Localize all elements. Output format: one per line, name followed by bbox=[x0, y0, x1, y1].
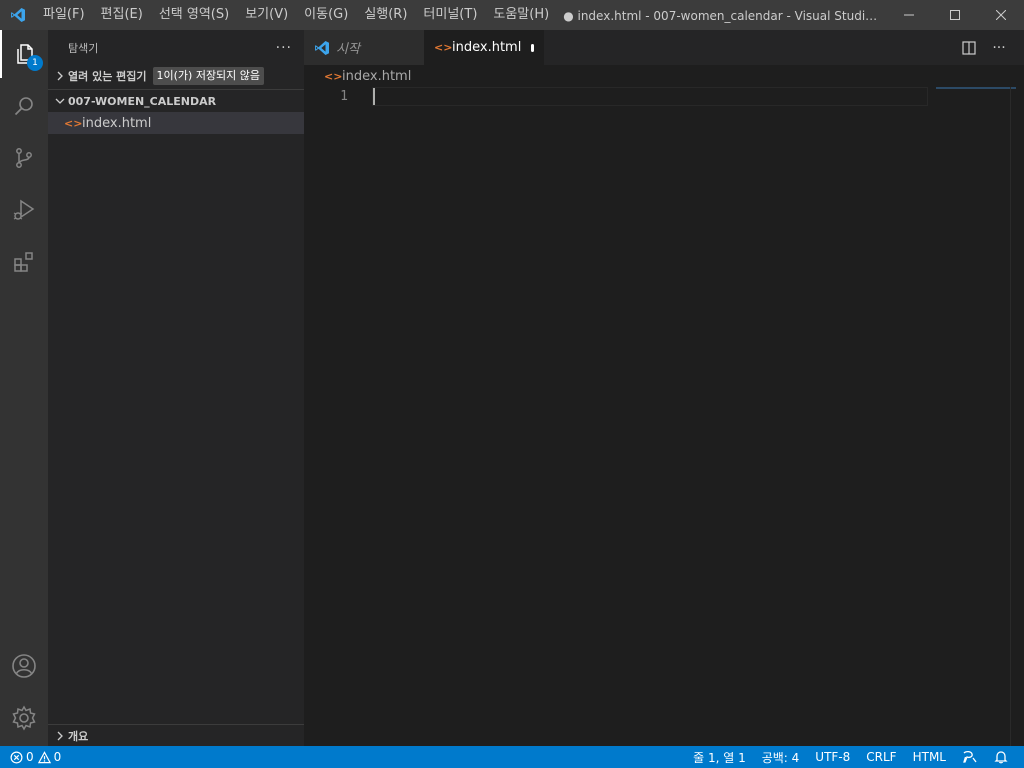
html-file-icon: <> bbox=[324, 69, 343, 83]
status-bar: 0 0 줄 1, 열 1 공백: 4 UTF-8 CRLF HTML bbox=[0, 746, 1024, 768]
breadcrumb: <> index.html bbox=[304, 65, 1024, 87]
chevron-right-icon bbox=[52, 68, 68, 84]
menu-run[interactable]: 실행(R) bbox=[356, 0, 415, 30]
chevron-right-icon bbox=[52, 728, 68, 744]
encoding[interactable]: UTF-8 bbox=[807, 746, 858, 768]
menu-file[interactable]: 파일(F) bbox=[35, 0, 93, 30]
search-icon bbox=[14, 97, 33, 116]
maximize-icon bbox=[950, 10, 960, 20]
menu-terminal[interactable]: 터미널(T) bbox=[415, 0, 485, 30]
warning-icon bbox=[37, 750, 51, 763]
extensions-activity[interactable] bbox=[0, 238, 48, 286]
run-debug-icon bbox=[13, 199, 35, 220]
folder-label: 007-WOMEN_CALENDAR bbox=[68, 94, 217, 108]
error-count: 0 bbox=[26, 750, 34, 764]
tab-welcome[interactable]: 시작 bbox=[304, 30, 424, 65]
feedback-icon bbox=[963, 750, 977, 763]
manage-activity[interactable] bbox=[0, 694, 48, 742]
close-window-button[interactable] bbox=[978, 0, 1024, 30]
tab-index-html[interactable]: <> index.html bbox=[424, 30, 544, 65]
tab-label: index.html bbox=[452, 40, 522, 55]
menu-bar: 파일(F) 편집(E) 선택 영역(S) 보기(V) 이동(G) 실행(R) 터… bbox=[35, 0, 557, 30]
menu-go[interactable]: 이동(G) bbox=[296, 0, 356, 30]
tab-label: 시작 bbox=[336, 42, 360, 57]
file-name: index.html bbox=[82, 115, 152, 131]
outline-label: 개요 bbox=[68, 729, 89, 743]
extensions-icon bbox=[14, 252, 33, 272]
current-line-highlight bbox=[372, 87, 928, 106]
account-icon bbox=[12, 654, 36, 678]
split-editor-icon bbox=[962, 40, 976, 55]
run-debug-activity[interactable] bbox=[0, 186, 48, 234]
cursor-position[interactable]: 줄 1, 열 1 bbox=[685, 746, 754, 768]
menu-selection[interactable]: 선택 영역(S) bbox=[151, 0, 237, 30]
maximize-button[interactable] bbox=[932, 0, 978, 30]
indentation[interactable]: 공백: 4 bbox=[754, 746, 808, 768]
folder-section[interactable]: 007-WOMEN_CALENDAR bbox=[48, 90, 304, 112]
vertical-scrollbar[interactable] bbox=[1010, 87, 1024, 746]
search-activity[interactable] bbox=[0, 82, 48, 130]
vscode-logo-icon bbox=[0, 0, 35, 30]
window-controls bbox=[886, 0, 1024, 30]
explorer-activity[interactable]: 1 bbox=[0, 30, 48, 78]
explorer-sidebar: 탐색기 ··· 열려 있는 편집기 1이(가) 저장되지 않음 007-WOME… bbox=[48, 30, 304, 746]
minimize-icon bbox=[904, 14, 914, 16]
warning-count: 0 bbox=[53, 750, 62, 764]
outline-section[interactable]: 개요 bbox=[48, 724, 304, 746]
line-number: 1 bbox=[340, 89, 348, 104]
status-right: 줄 1, 열 1 공백: 4 UTF-8 CRLF HTML bbox=[685, 746, 1024, 768]
feedback-button[interactable] bbox=[954, 746, 986, 768]
open-editors-label: 열려 있는 편집기 bbox=[68, 70, 147, 83]
sidebar-more-button[interactable]: ··· bbox=[276, 40, 292, 56]
close-icon bbox=[996, 10, 1006, 20]
open-editors-section[interactable]: 열려 있는 편집기 1이(가) 저장되지 않음 bbox=[48, 65, 304, 87]
language-mode[interactable]: HTML bbox=[905, 746, 954, 768]
chevron-down-icon bbox=[52, 93, 68, 109]
text-cursor bbox=[373, 88, 375, 105]
explorer-badge: 1 bbox=[27, 55, 43, 71]
sidebar-title: 탐색기 bbox=[68, 41, 99, 55]
editor-actions: ··· bbox=[954, 30, 1024, 65]
vscode-logo-icon bbox=[315, 40, 329, 55]
accounts-activity[interactable] bbox=[0, 642, 48, 690]
editor-area: 시작 <> index.html ··· <> index.html 1 bbox=[304, 30, 1024, 746]
error-icon bbox=[10, 751, 23, 763]
title-bar: 파일(F) 편집(E) 선택 영역(S) 보기(V) 이동(G) 실행(R) 터… bbox=[0, 0, 1024, 30]
unsaved-count-badge: 1이(가) 저장되지 않음 bbox=[152, 67, 265, 85]
sidebar-header: 탐색기 ··· bbox=[48, 30, 304, 65]
end-of-line[interactable]: CRLF bbox=[858, 746, 904, 768]
window-title: ● index.html - 007-women_calendar - Visu… bbox=[563, 8, 886, 23]
tab-bar: 시작 <> index.html ··· bbox=[304, 30, 1024, 65]
html-file-icon: <> bbox=[64, 116, 83, 130]
source-control-icon bbox=[16, 148, 32, 168]
menu-view[interactable]: 보기(V) bbox=[237, 0, 296, 30]
menu-edit[interactable]: 편집(E) bbox=[93, 0, 151, 30]
split-editor-button[interactable] bbox=[954, 36, 984, 60]
minimize-button[interactable] bbox=[886, 0, 932, 30]
unsaved-dot-icon[interactable] bbox=[531, 43, 534, 52]
file-item-index-html[interactable]: <> index.html bbox=[48, 112, 304, 134]
bell-icon bbox=[994, 751, 1008, 764]
code-editor[interactable]: 1 bbox=[304, 87, 1024, 687]
html-file-icon: <> bbox=[434, 41, 453, 54]
minimap-viewport[interactable] bbox=[936, 87, 1016, 89]
menu-help[interactable]: 도움말(H) bbox=[485, 0, 557, 30]
notifications-button[interactable] bbox=[986, 746, 1016, 768]
problems-status[interactable]: 0 0 bbox=[0, 746, 61, 768]
source-control-activity[interactable] bbox=[0, 134, 48, 182]
settings-gear-icon bbox=[12, 705, 36, 731]
breadcrumb-file[interactable]: index.html bbox=[342, 69, 411, 84]
activity-bar: 1 bbox=[0, 30, 48, 746]
editor-more-button[interactable]: ··· bbox=[984, 36, 1014, 60]
